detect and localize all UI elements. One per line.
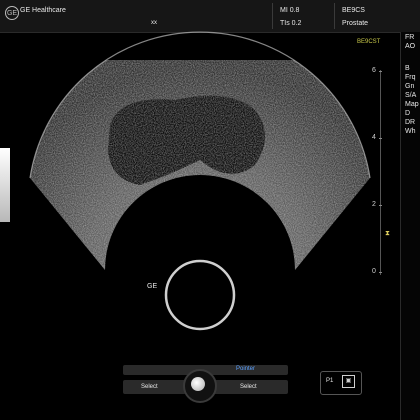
depth-tick bbox=[379, 272, 382, 273]
depth-label: 2 bbox=[372, 201, 376, 208]
orientation-marker: GE bbox=[147, 283, 158, 290]
ultrasound-image bbox=[29, 31, 371, 331]
trackball-icon[interactable] bbox=[191, 377, 205, 391]
param-label: S/A bbox=[405, 92, 417, 99]
depth-label: 6 bbox=[372, 67, 376, 74]
depth-tick bbox=[379, 205, 382, 206]
param-label: D bbox=[405, 110, 411, 117]
depth-label: 4 bbox=[372, 134, 376, 141]
print-icon: ▣ bbox=[342, 375, 355, 388]
param-label: Map bbox=[405, 101, 419, 108]
depth-label: 0 bbox=[372, 268, 376, 275]
depth-scale bbox=[380, 70, 381, 275]
param-label: DR bbox=[405, 119, 416, 126]
pointer-label[interactable]: Pointer bbox=[236, 366, 255, 372]
probe-footprint bbox=[164, 259, 236, 331]
depth-tick bbox=[379, 71, 382, 72]
param-label: Frq bbox=[405, 74, 416, 81]
select-right-label: Select bbox=[240, 384, 257, 390]
p1-label: P1 bbox=[326, 378, 334, 384]
param-label: Wh bbox=[405, 128, 416, 135]
param-label: AO bbox=[405, 43, 416, 50]
param-label: Gn bbox=[405, 83, 415, 90]
focus-marker-icon[interactable]: ⧗ bbox=[385, 230, 390, 238]
param-label: B bbox=[405, 65, 410, 72]
param-label: FR bbox=[405, 34, 415, 41]
depth-tick bbox=[379, 138, 382, 139]
select-left-label: Select bbox=[141, 384, 158, 390]
grayscale-bar bbox=[0, 148, 10, 222]
probe-label: BE9CST bbox=[357, 39, 381, 45]
